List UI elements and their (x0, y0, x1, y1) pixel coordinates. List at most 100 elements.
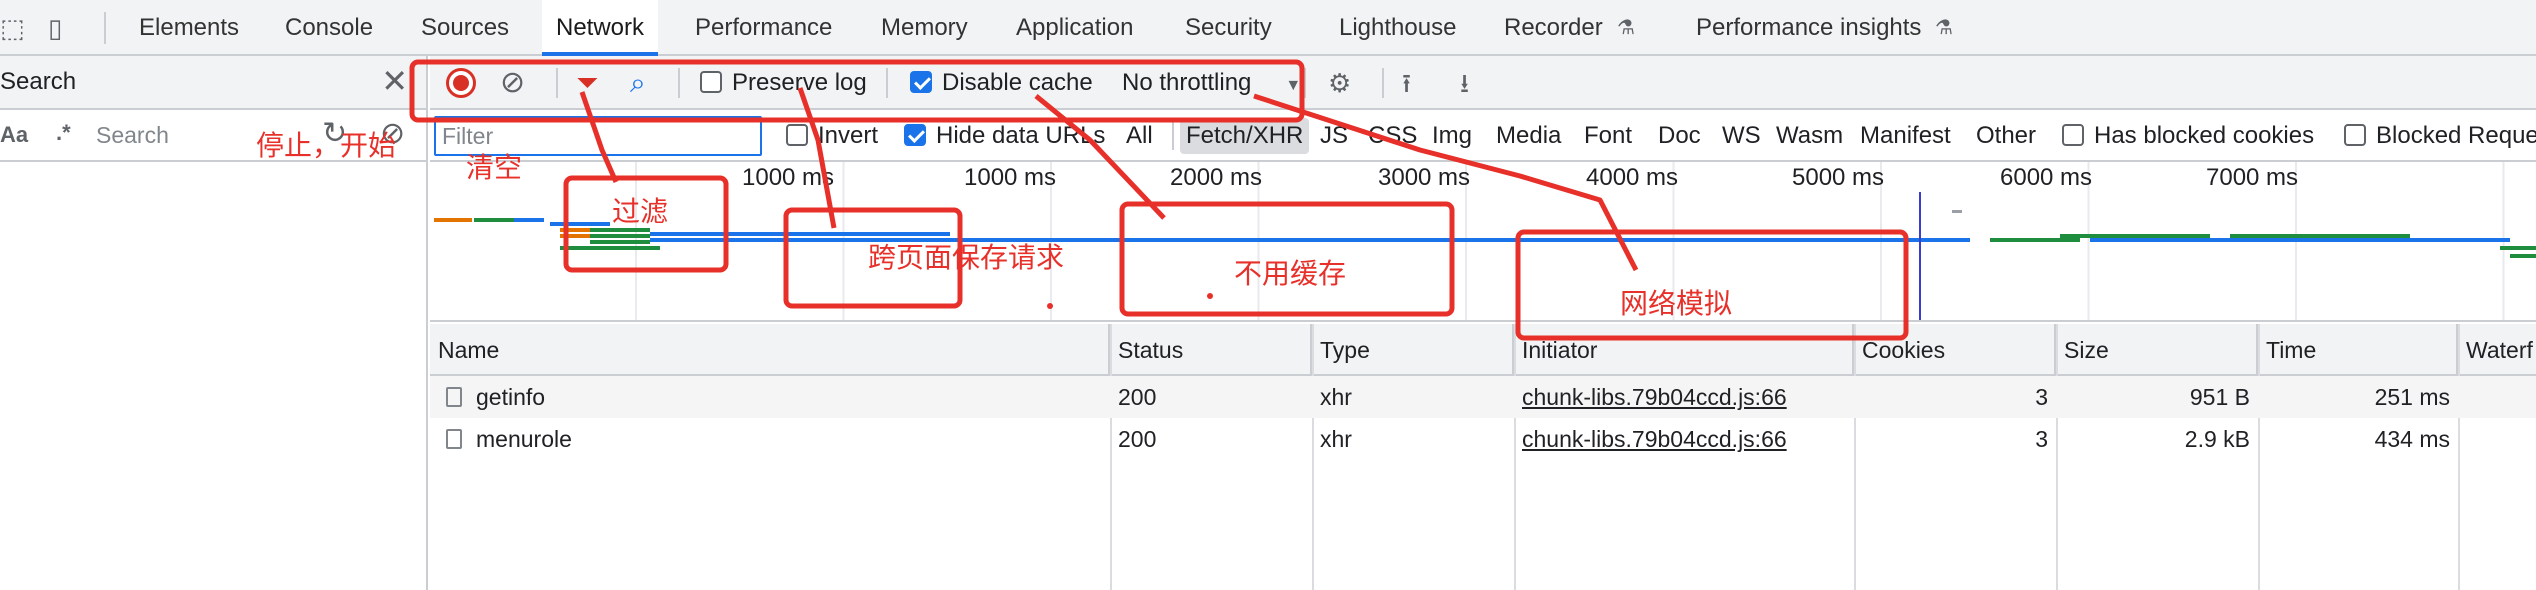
tab-performance[interactable]: Performance (695, 0, 832, 56)
timeline-overview[interactable]: 1000 ms 1000 ms 2000 ms 3000 ms 4000 ms … (430, 162, 2536, 322)
request-time: 434 ms (2374, 426, 2450, 452)
annotation-throttle: 网络模拟 (1620, 287, 1733, 320)
request-initiator[interactable]: chunk-libs.79b04ccd.js:66 (1514, 376, 1854, 418)
insights-flask-icon: ⚗ (1935, 17, 1953, 39)
preserve-log-box[interactable] (700, 70, 722, 93)
has-blocked-cookies-box[interactable] (2062, 123, 2084, 146)
hide-data-urls-box[interactable] (904, 123, 926, 146)
invert-checkbox[interactable]: Invert (786, 110, 878, 162)
invert-box[interactable] (786, 123, 808, 146)
type-filter-fetch-xhr[interactable]: Fetch/XHR (1180, 118, 1310, 154)
type-filter-ws[interactable]: WS (1716, 118, 1767, 154)
type-filter-css[interactable]: CSS (1362, 118, 1423, 154)
column-waterfall[interactable]: Waterf (2458, 324, 2536, 376)
type-filter-manifest[interactable]: Manifest (1854, 118, 1957, 154)
blocked-requests-box[interactable] (2344, 123, 2366, 146)
network-panel: ⊘ ⏷ ⌕ Preserve log Disable cache No thro… (430, 56, 2536, 590)
column-cookies[interactable]: Cookies (1854, 324, 2056, 376)
request-cookies: 3 (2035, 426, 2048, 452)
initiator-link[interactable]: chunk-libs.79b04ccd.js:66 (1522, 426, 1787, 452)
annotation-filter: 过滤 (612, 195, 669, 228)
regex-toggle[interactable]: .* (56, 120, 71, 146)
request-name-cell[interactable]: getinfo (430, 376, 1110, 418)
type-filter-media[interactable]: Media (1490, 118, 1567, 154)
request-size: 951 B (2189, 384, 2250, 410)
request-status: 200 (1118, 384, 1157, 410)
type-filter-font[interactable]: Font (1578, 118, 1638, 154)
tab-security[interactable]: Security (1185, 0, 1272, 56)
timeline-request-bar (2510, 254, 2536, 258)
has-blocked-cookies-checkbox[interactable]: Has blocked cookies (2062, 110, 2314, 162)
timeline-tick-3000: 3000 ms (1378, 164, 1471, 191)
tab-memory[interactable]: Memory (881, 0, 968, 56)
initiator-link[interactable]: chunk-libs.79b04ccd.js:66 (1522, 384, 1787, 410)
tabbar-divider (104, 12, 106, 44)
tab-recorder[interactable]: Recorder (1504, 0, 1603, 56)
throttling-value: No throttling (1122, 69, 1252, 96)
column-status[interactable]: Status (1110, 324, 1312, 376)
inspect-element-icon[interactable]: ⬚ (0, 0, 25, 56)
disable-cache-box[interactable] (910, 70, 932, 93)
tab-performance-insights[interactable]: Performance insights (1696, 0, 1921, 56)
search-panel-title: Search (0, 68, 77, 95)
annotation-clear: 清空 (466, 151, 523, 184)
throttling-select[interactable]: No throttling ▼ (1122, 56, 1301, 110)
request-size: 2.9 kB (2184, 426, 2250, 452)
document-icon (446, 386, 462, 407)
table-row[interactable]: menurole 200 xhr chunk-libs.79b04ccd.js:… (430, 418, 2536, 460)
column-initiator[interactable]: Initiator (1514, 324, 1854, 376)
timeline-request-bar (2500, 246, 2536, 250)
type-filter-js[interactable]: JS (1314, 118, 1354, 154)
filter-icon[interactable]: ⏷ (576, 56, 598, 110)
tab-application[interactable]: Application (1016, 0, 1133, 56)
column-type[interactable]: Type (1312, 324, 1514, 376)
timeline-request-bar (474, 218, 514, 222)
toolbar-divider (556, 68, 558, 98)
network-filter-bar: Invert Hide data URLs All Fetch/XHR JS C… (430, 110, 2536, 162)
export-har-icon[interactable]: ⭳ (1460, 56, 1469, 110)
request-status: 200 (1118, 426, 1157, 452)
request-cookies: 3 (2035, 384, 2048, 410)
close-icon[interactable]: ✕ (381, 62, 408, 100)
toolbar-divider (678, 68, 680, 98)
match-case-toggle[interactable]: Aa (0, 122, 28, 148)
record-button[interactable] (446, 68, 476, 98)
search-icon[interactable]: ⌕ (630, 56, 646, 110)
request-name: getinfo (476, 384, 546, 410)
blocked-requests-checkbox[interactable]: Blocked Reque (2344, 110, 2536, 162)
type-filter-img[interactable]: Img (1426, 118, 1478, 154)
disable-cache-checkbox[interactable]: Disable cache (910, 56, 1093, 110)
disable-cache-label: Disable cache (942, 69, 1093, 96)
tab-sources[interactable]: Sources (421, 0, 509, 56)
type-filter-doc[interactable]: Doc (1652, 118, 1707, 154)
clear-icon[interactable]: ⊘ (500, 56, 525, 110)
preserve-log-checkbox[interactable]: Preserve log (700, 56, 867, 110)
timeline-request-bar (590, 234, 650, 238)
column-time[interactable]: Time (2258, 324, 2458, 376)
request-initiator[interactable]: chunk-libs.79b04ccd.js:66 (1514, 418, 1854, 460)
request-name-cell[interactable]: menurole (430, 418, 1110, 460)
timeline-request-bar (1990, 238, 2080, 242)
device-toolbar-icon[interactable]: ▯ (48, 0, 62, 56)
type-filter-other[interactable]: Other (1970, 118, 2042, 154)
timeline-request-bar (550, 222, 610, 226)
tab-network[interactable]: Network (542, 0, 659, 56)
timeline-request-bar (560, 246, 660, 250)
import-har-icon[interactable]: ⭱ (1402, 56, 1411, 110)
network-conditions-icon[interactable]: ⚙ (1328, 56, 1351, 110)
column-name[interactable]: Name (430, 324, 1110, 376)
tab-console[interactable]: Console (285, 0, 373, 56)
has-blocked-cookies-label: Has blocked cookies (2094, 122, 2315, 149)
timeline-request-bar (560, 234, 590, 238)
column-size[interactable]: Size (2056, 324, 2258, 376)
timeline-request-bar (650, 238, 1970, 242)
tab-lighthouse[interactable]: Lighthouse (1339, 0, 1456, 56)
chevron-down-icon: ▼ (1285, 77, 1302, 94)
hide-data-urls-checkbox[interactable]: Hide data URLs (904, 110, 1105, 162)
recorder-flask-icon: ⚗ (1617, 17, 1635, 39)
table-row[interactable]: getinfo 200 xhr chunk-libs.79b04ccd.js:6… (430, 376, 2536, 418)
timeline-request-bar (560, 228, 590, 232)
type-filter-all[interactable]: All (1120, 118, 1159, 154)
type-filter-wasm[interactable]: Wasm (1770, 118, 1849, 154)
tab-elements[interactable]: Elements (139, 0, 239, 56)
